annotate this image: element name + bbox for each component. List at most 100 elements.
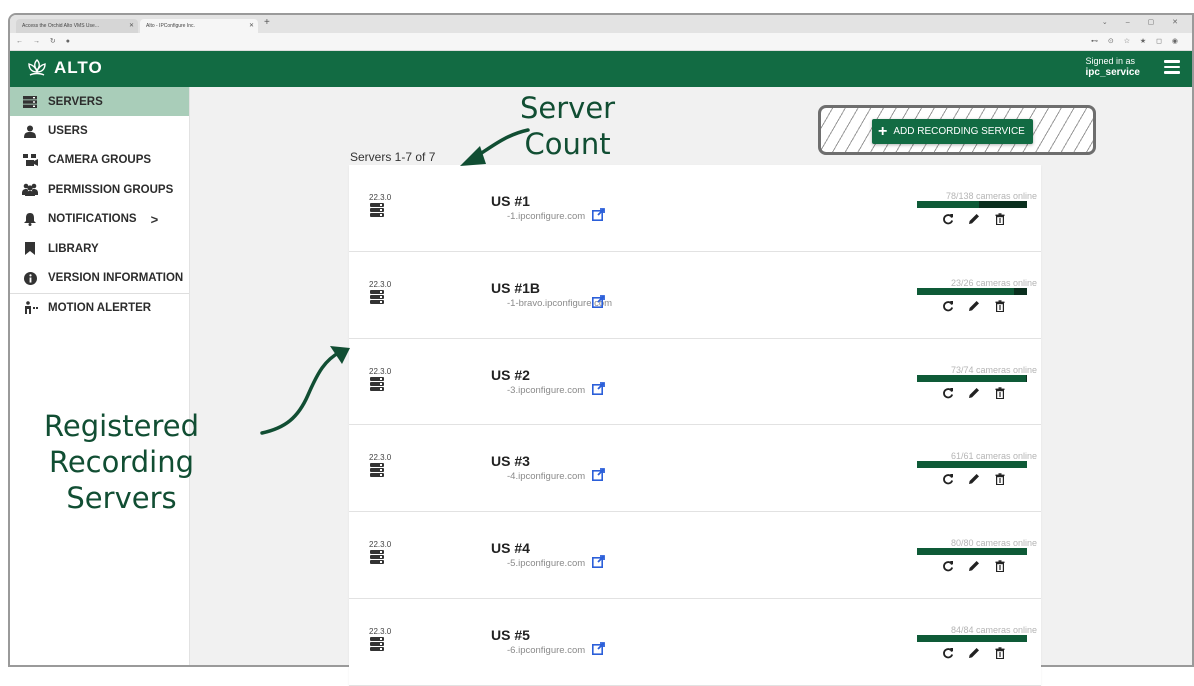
- sidebar-item-motion-alerter[interactable]: MOTION ALERTER: [10, 292, 189, 322]
- info-icon: [22, 271, 38, 285]
- add-recording-service-label: ADD RECORDING SERVICE: [893, 126, 1025, 137]
- sidebar-item-label: MOTION ALERTER: [48, 301, 152, 314]
- sidebar-item-label: SERVERS: [48, 95, 103, 108]
- server-actions: [942, 647, 1006, 659]
- cameras-online-bar: [917, 548, 1027, 556]
- cameras-online-bar: [917, 374, 1027, 382]
- server-list: 22.3.0 US #1 -1.ipconfigure.com 78/138 c…: [349, 165, 1041, 686]
- annotation-server-count: Server Count: [520, 90, 615, 162]
- server-actions: [942, 213, 1006, 225]
- server-name[interactable]: US #1B: [491, 280, 540, 296]
- cameras-online: 84/84 cameras online: [950, 624, 1037, 635]
- refresh-icon[interactable]: [942, 213, 954, 225]
- server-icon: [370, 550, 384, 566]
- external-link-icon[interactable]: [592, 294, 605, 308]
- sidebar-item-version-information[interactable]: VERSION INFORMATION: [10, 263, 189, 292]
- server-name[interactable]: US #3: [491, 453, 530, 469]
- external-link-icon[interactable]: [592, 381, 605, 395]
- sidebar-item-servers[interactable]: SERVERS: [10, 87, 189, 117]
- server-name[interactable]: US #4: [491, 540, 530, 556]
- server-card[interactable]: 22.3.0 US #5 -6.ipconfigure.com 84/84 ca…: [349, 598, 1041, 686]
- server-version: 22.3.0: [369, 540, 392, 550]
- motion-icon: [22, 301, 38, 315]
- external-link-icon[interactable]: [592, 468, 605, 482]
- new-tab-icon[interactable]: +: [264, 17, 270, 28]
- edit-pencil-icon[interactable]: [968, 560, 980, 572]
- external-link-icon[interactable]: [592, 555, 605, 569]
- server-icon: [370, 463, 384, 479]
- external-link-icon[interactable]: [592, 208, 605, 221]
- annotation-line: Server: [520, 91, 616, 125]
- edit-pencil-icon[interactable]: [968, 473, 980, 485]
- delete-trash-icon[interactable]: [994, 560, 1006, 573]
- cameras-online-bar: [917, 461, 1027, 469]
- browser-tab[interactable]: Access the Orchid Alto VMS Use... ✕: [16, 19, 138, 33]
- server-host: -6.ipconfigure.com: [507, 644, 586, 656]
- server-card[interactable]: 22.3.0 US #1B -1-bravo.ipconfigure.com 2…: [349, 251, 1041, 339]
- sidebar-item-library[interactable]: LIBRARY: [10, 234, 189, 263]
- cameras-online-bar: [917, 201, 1027, 208]
- sidebar-item-users[interactable]: USERS: [10, 116, 189, 145]
- refresh-icon[interactable]: [942, 560, 954, 572]
- add-recording-service-button[interactable]: + ADD RECORDING SERVICE: [872, 119, 1033, 144]
- sidebar-item-label: USERS: [48, 125, 88, 138]
- refresh-icon[interactable]: [942, 300, 954, 312]
- server-card[interactable]: 22.3.0 US #4 -5.ipconfigure.com 80/80 ca…: [349, 512, 1041, 599]
- sidebar-item-camera-groups[interactable]: CAMERA GROUPS: [10, 146, 189, 175]
- tab-close-icon[interactable]: ✕: [129, 22, 134, 29]
- refresh-icon[interactable]: [942, 387, 954, 399]
- server-count: Servers 1-7 of 7: [350, 150, 436, 164]
- edit-pencil-icon[interactable]: [968, 213, 980, 225]
- sidebar-item-notifications[interactable]: NOTIFICATIONS >: [10, 205, 189, 234]
- delete-trash-icon[interactable]: [994, 647, 1006, 659]
- plus-icon: +: [878, 122, 888, 140]
- cameras-online: 23/26 cameras online: [950, 277, 1037, 288]
- cameras-online: 61/61 cameras online: [950, 451, 1037, 462]
- server-version: 22.3.0: [369, 366, 392, 376]
- server-name[interactable]: US #5: [491, 627, 530, 643]
- bookmark-icon: [22, 242, 38, 256]
- server-host: -5.ipconfigure.com: [507, 558, 586, 570]
- delete-trash-icon[interactable]: [994, 386, 1006, 399]
- server-version: 22.3.0: [369, 193, 392, 202]
- delete-trash-icon[interactable]: [994, 473, 1006, 486]
- delete-trash-icon[interactable]: [994, 300, 1006, 312]
- alto-logo[interactable]: ALTO: [26, 58, 103, 78]
- server-card[interactable]: 22.3.0 US #2 -3.ipconfigure.com 73/74 ca…: [349, 338, 1041, 426]
- server-actions: [942, 300, 1006, 312]
- signed-in-info: Signed in as ipc_service: [1086, 56, 1141, 78]
- delete-trash-icon[interactable]: [994, 213, 1006, 225]
- server-version: 22.3.0: [369, 279, 392, 289]
- annotation-line: Recording: [48, 445, 195, 479]
- server-actions: [942, 560, 1006, 573]
- browser-tab-active[interactable]: Alto - IPConfigure Inc. ✕: [140, 19, 258, 33]
- server-icon: [22, 95, 38, 109]
- edit-pencil-icon[interactable]: [968, 300, 980, 312]
- server-card[interactable]: 22.3.0 US #1 -1.ipconfigure.com 78/138 c…: [349, 165, 1041, 252]
- server-host: -3.ipconfigure.com: [507, 384, 586, 396]
- server-icon: [370, 376, 384, 393]
- address-bar: ← → ↻ ● ⊷ ⊙ ☆ ★ ◻ ◉: [10, 33, 1192, 51]
- server-card[interactable]: 22.3.0 US #3 -4.ipconfigure.com 61/61 ca…: [349, 425, 1041, 513]
- cameras-online: 78/138 cameras online: [945, 191, 1037, 201]
- server-name[interactable]: US #2: [491, 367, 530, 383]
- edit-pencil-icon[interactable]: [968, 387, 980, 399]
- sidebar-item-permission-groups[interactable]: PERMISSION GROUPS: [10, 175, 189, 204]
- refresh-icon[interactable]: [942, 647, 954, 659]
- server-name[interactable]: US #1: [491, 193, 530, 209]
- logo-text: ALTO: [54, 58, 103, 77]
- tab-title: Access the Orchid Alto VMS Use...: [22, 23, 99, 29]
- window-controls-icon[interactable]: ⌄ – ▢ ✕: [1102, 18, 1186, 26]
- extension-icons[interactable]: ⊷ ⊙ ☆ ★ ◻ ◉: [1091, 37, 1182, 45]
- cameras-online: 73/74 cameras online: [950, 364, 1037, 375]
- external-link-icon[interactable]: [592, 642, 605, 655]
- cameras-online: 80/80 cameras online: [950, 538, 1037, 549]
- tab-close-icon[interactable]: ✕: [249, 22, 254, 29]
- cameras-online-bar: [917, 287, 1027, 295]
- url-field[interactable]: [60, 36, 1060, 47]
- edit-pencil-icon[interactable]: [968, 647, 980, 659]
- chevron-right-icon: >: [150, 211, 159, 227]
- refresh-icon[interactable]: [942, 473, 954, 485]
- hamburger-menu-icon[interactable]: [1164, 60, 1180, 74]
- camera-group-icon: [22, 153, 38, 167]
